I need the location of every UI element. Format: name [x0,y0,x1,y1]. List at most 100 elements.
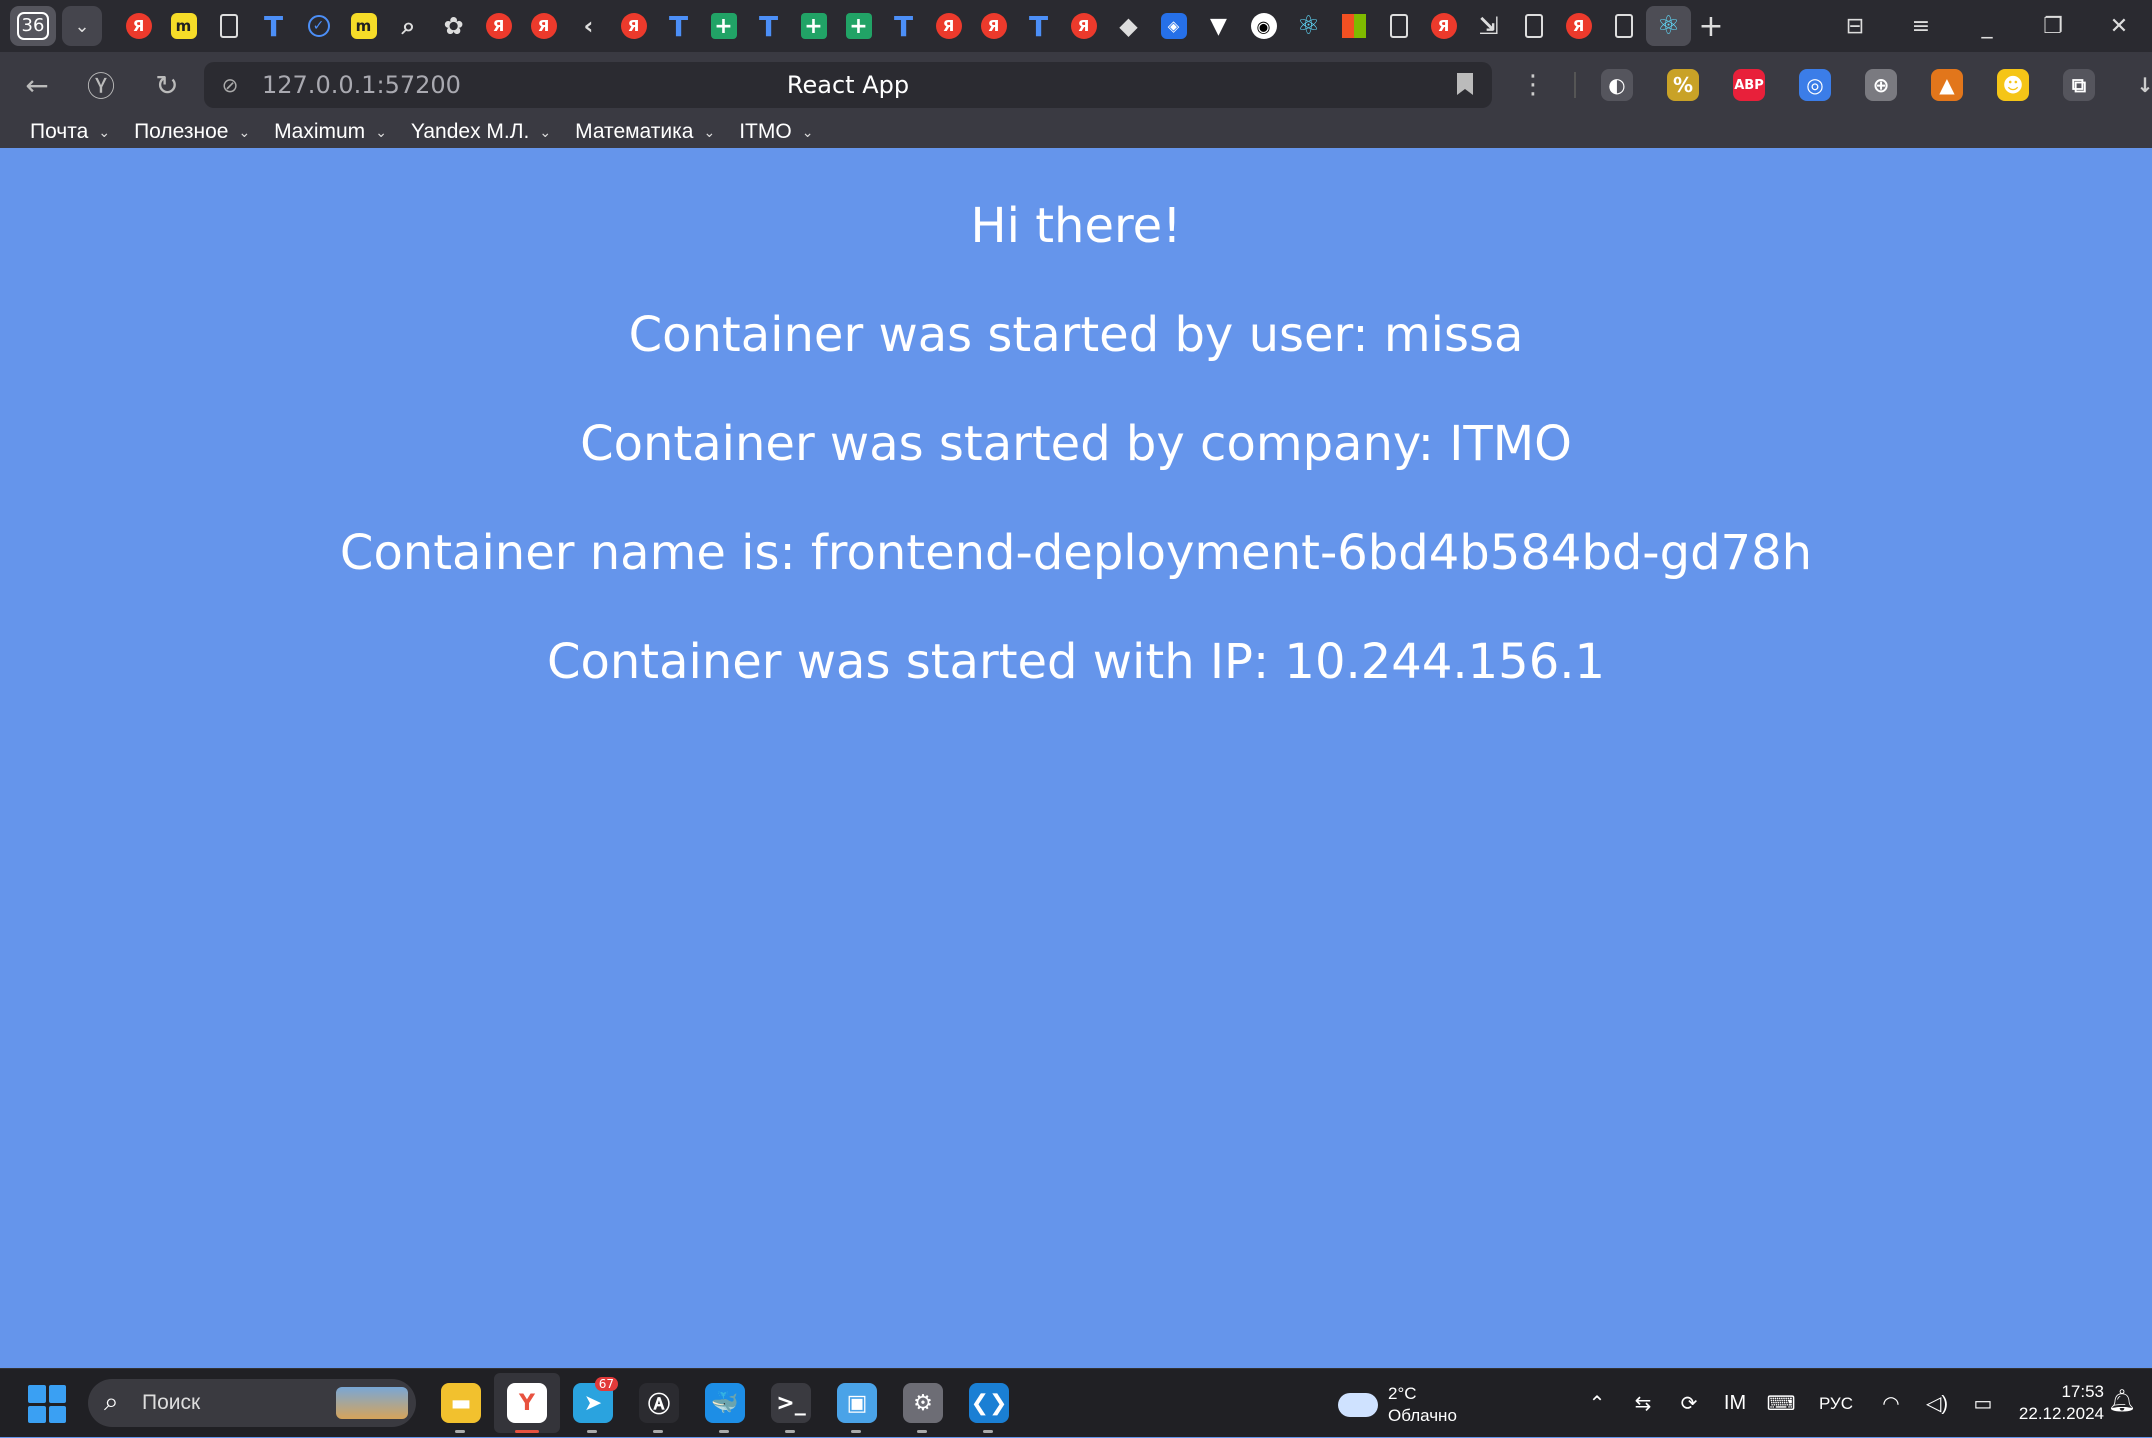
browser-tab[interactable]: m [161,6,206,46]
keyboard-icon[interactable]: ⌨ [1758,1381,1804,1427]
windows-logo-icon [28,1405,46,1423]
browser-tab[interactable]: ▼ [1196,6,1241,46]
browser-tab[interactable]: Я [476,6,521,46]
browser-tab[interactable]: ✓ [296,6,341,46]
browser-tab[interactable]: T [881,6,926,46]
notification-bell-icon[interactable]: 🔔︎ [2108,1389,2138,1419]
bookmark-folder[interactable]: Maximum ⌄ [262,116,399,148]
browser-tab[interactable] [206,6,251,46]
start-button[interactable] [28,1385,66,1423]
bookmark-folder[interactable]: Почта ⌄ [18,116,122,148]
tampermonkey-extension-button[interactable]: ☻ [1980,62,2046,108]
sync-icon: ◐ [1601,69,1633,101]
yandex-home-button[interactable]: Ⓨ [78,62,124,108]
bookmark-icon[interactable] [1456,72,1474,96]
reload-button[interactable]: ↻ [144,62,190,108]
tab-counter-button[interactable]: 36 [10,6,56,46]
url-text[interactable]: 127.0.0.1:57200 [262,62,461,108]
download-extension-button[interactable]: ↓ [2112,62,2152,108]
browser-tab[interactable]: ◆ [1106,6,1151,46]
back-button[interactable]: ← [14,62,60,108]
browser-tab[interactable]: Я [116,6,161,46]
weather-widget[interactable]: 2°C Облачно [1338,1381,1457,1429]
taskbar-search[interactable]: ⌕ Поиск [88,1379,416,1427]
browser-tab[interactable]: T [746,6,791,46]
wifi-icon[interactable]: ◠ [1868,1381,1914,1427]
browser-tab[interactable]: ⌕ [386,6,431,46]
browser-tab[interactable] [1601,6,1646,46]
browser-tab[interactable]: T [251,6,296,46]
telegram-taskbar-button[interactable]: ➤ 67 [560,1373,626,1433]
running-indicator [983,1430,993,1433]
sync-tray-icon[interactable]: ⟳ [1666,1381,1712,1427]
browser-tab[interactable]: ◉ [1241,6,1286,46]
browser-tab[interactable]: Я [1061,6,1106,46]
new-tab-button[interactable]: + [1691,6,1731,46]
address-bar[interactable]: React App ⊘ 127.0.0.1:57200 [204,62,1492,108]
browser-tab[interactable]: ‹ [566,6,611,46]
browser-tab[interactable]: T [656,6,701,46]
browser-tab[interactable]: m [341,6,386,46]
globe-extension-button[interactable]: ⊕ [1848,62,1914,108]
cloud-icon [1338,1393,1378,1417]
file-explorer-taskbar-button[interactable]: ▬ [428,1373,494,1433]
browser-tab[interactable] [1376,6,1421,46]
anarchy-icon: Ⓐ [639,1383,679,1423]
vscode-icon: ❮❯ [969,1383,1009,1423]
close-button[interactable]: ✕ [2086,0,2152,52]
browser-tab[interactable]: + [836,6,881,46]
windows-logo-icon [48,1385,66,1403]
remote-desktop-taskbar-button[interactable]: ▣ [824,1373,890,1433]
menu-button[interactable]: ≡ [1888,0,1954,52]
minimize-button[interactable]: _ [1954,0,2020,52]
browser-tab[interactable]: ⚛ [1646,6,1691,46]
metrics-icon[interactable]: IM [1712,1381,1758,1427]
mixer-icon[interactable]: ⇆ [1620,1381,1666,1427]
miro-icon: m [170,13,197,39]
metamask-extension-button[interactable]: ▲ [1914,62,1980,108]
browser-tab[interactable]: Я [926,6,971,46]
bookmark-folder[interactable]: ITMO ⌄ [727,116,825,148]
bookmark-list-button[interactable]: ⊟ [1822,0,1888,52]
browser-tab[interactable]: ⚛ [1286,6,1331,46]
bookmark-folder[interactable]: Yandex М.Л. ⌄ [399,116,563,148]
browser-tab[interactable]: + [791,6,836,46]
bookmark-folder[interactable]: Полезное ⌄ [122,116,262,148]
sync-extension-button[interactable]: ◐ [1584,62,1650,108]
site-info-icon[interactable]: ⊘ [216,71,244,99]
clock[interactable]: 17:53 22.12.2024 [2000,1381,2104,1425]
chevron-down-icon: ⌄ [375,123,387,140]
coupon-extension-button[interactable]: % [1650,62,1716,108]
browser-tab[interactable] [1511,6,1556,46]
docker-taskbar-button[interactable]: 🐳 [692,1373,758,1433]
browser-tab[interactable]: Я [1421,6,1466,46]
browser-tab[interactable]: Я [1556,6,1601,46]
settings-taskbar-button[interactable]: ⚙ [890,1373,956,1433]
more-options-button[interactable]: ⋮ [1500,62,1566,108]
terminal-taskbar-button[interactable]: >_ [758,1373,824,1433]
browser-tab[interactable]: T [1016,6,1061,46]
browser-tab[interactable] [1331,6,1376,46]
tracker-icon: T [758,9,779,43]
browser-tab[interactable]: Я [611,6,656,46]
browser-tab[interactable]: ⇲ [1466,6,1511,46]
chevron-up-icon[interactable]: ⌃ [1574,1381,1620,1427]
browser-tab[interactable]: + [701,6,746,46]
vscode-taskbar-button[interactable]: ❮❯ [956,1373,1022,1433]
yandex-browser-taskbar-button[interactable]: Y [494,1373,560,1433]
browser-tab[interactable]: ✿ [431,6,476,46]
tab-list-dropdown[interactable]: ⌄ [62,6,102,46]
anarchy-taskbar-button[interactable]: Ⓐ [626,1373,692,1433]
restore-button[interactable]: ❐ [2020,0,2086,52]
tracker-icon: T [893,9,914,43]
browser-tab[interactable]: Я [971,6,1016,46]
adblock-extension-button[interactable]: ABP [1716,62,1782,108]
bookmark-folder[interactable]: Математика ⌄ [563,116,727,148]
volume-icon[interactable]: ◁) [1914,1381,1960,1427]
color-picker-extension-button[interactable]: ◎ [1782,62,1848,108]
language-indicator[interactable]: РУС [1804,1381,1868,1427]
browser-tab[interactable]: Я [521,6,566,46]
translate-extension-button[interactable]: ⧉ [2046,62,2112,108]
browser-tab[interactable]: ◈ [1151,6,1196,46]
chevron-down-icon: ⌄ [801,123,814,140]
